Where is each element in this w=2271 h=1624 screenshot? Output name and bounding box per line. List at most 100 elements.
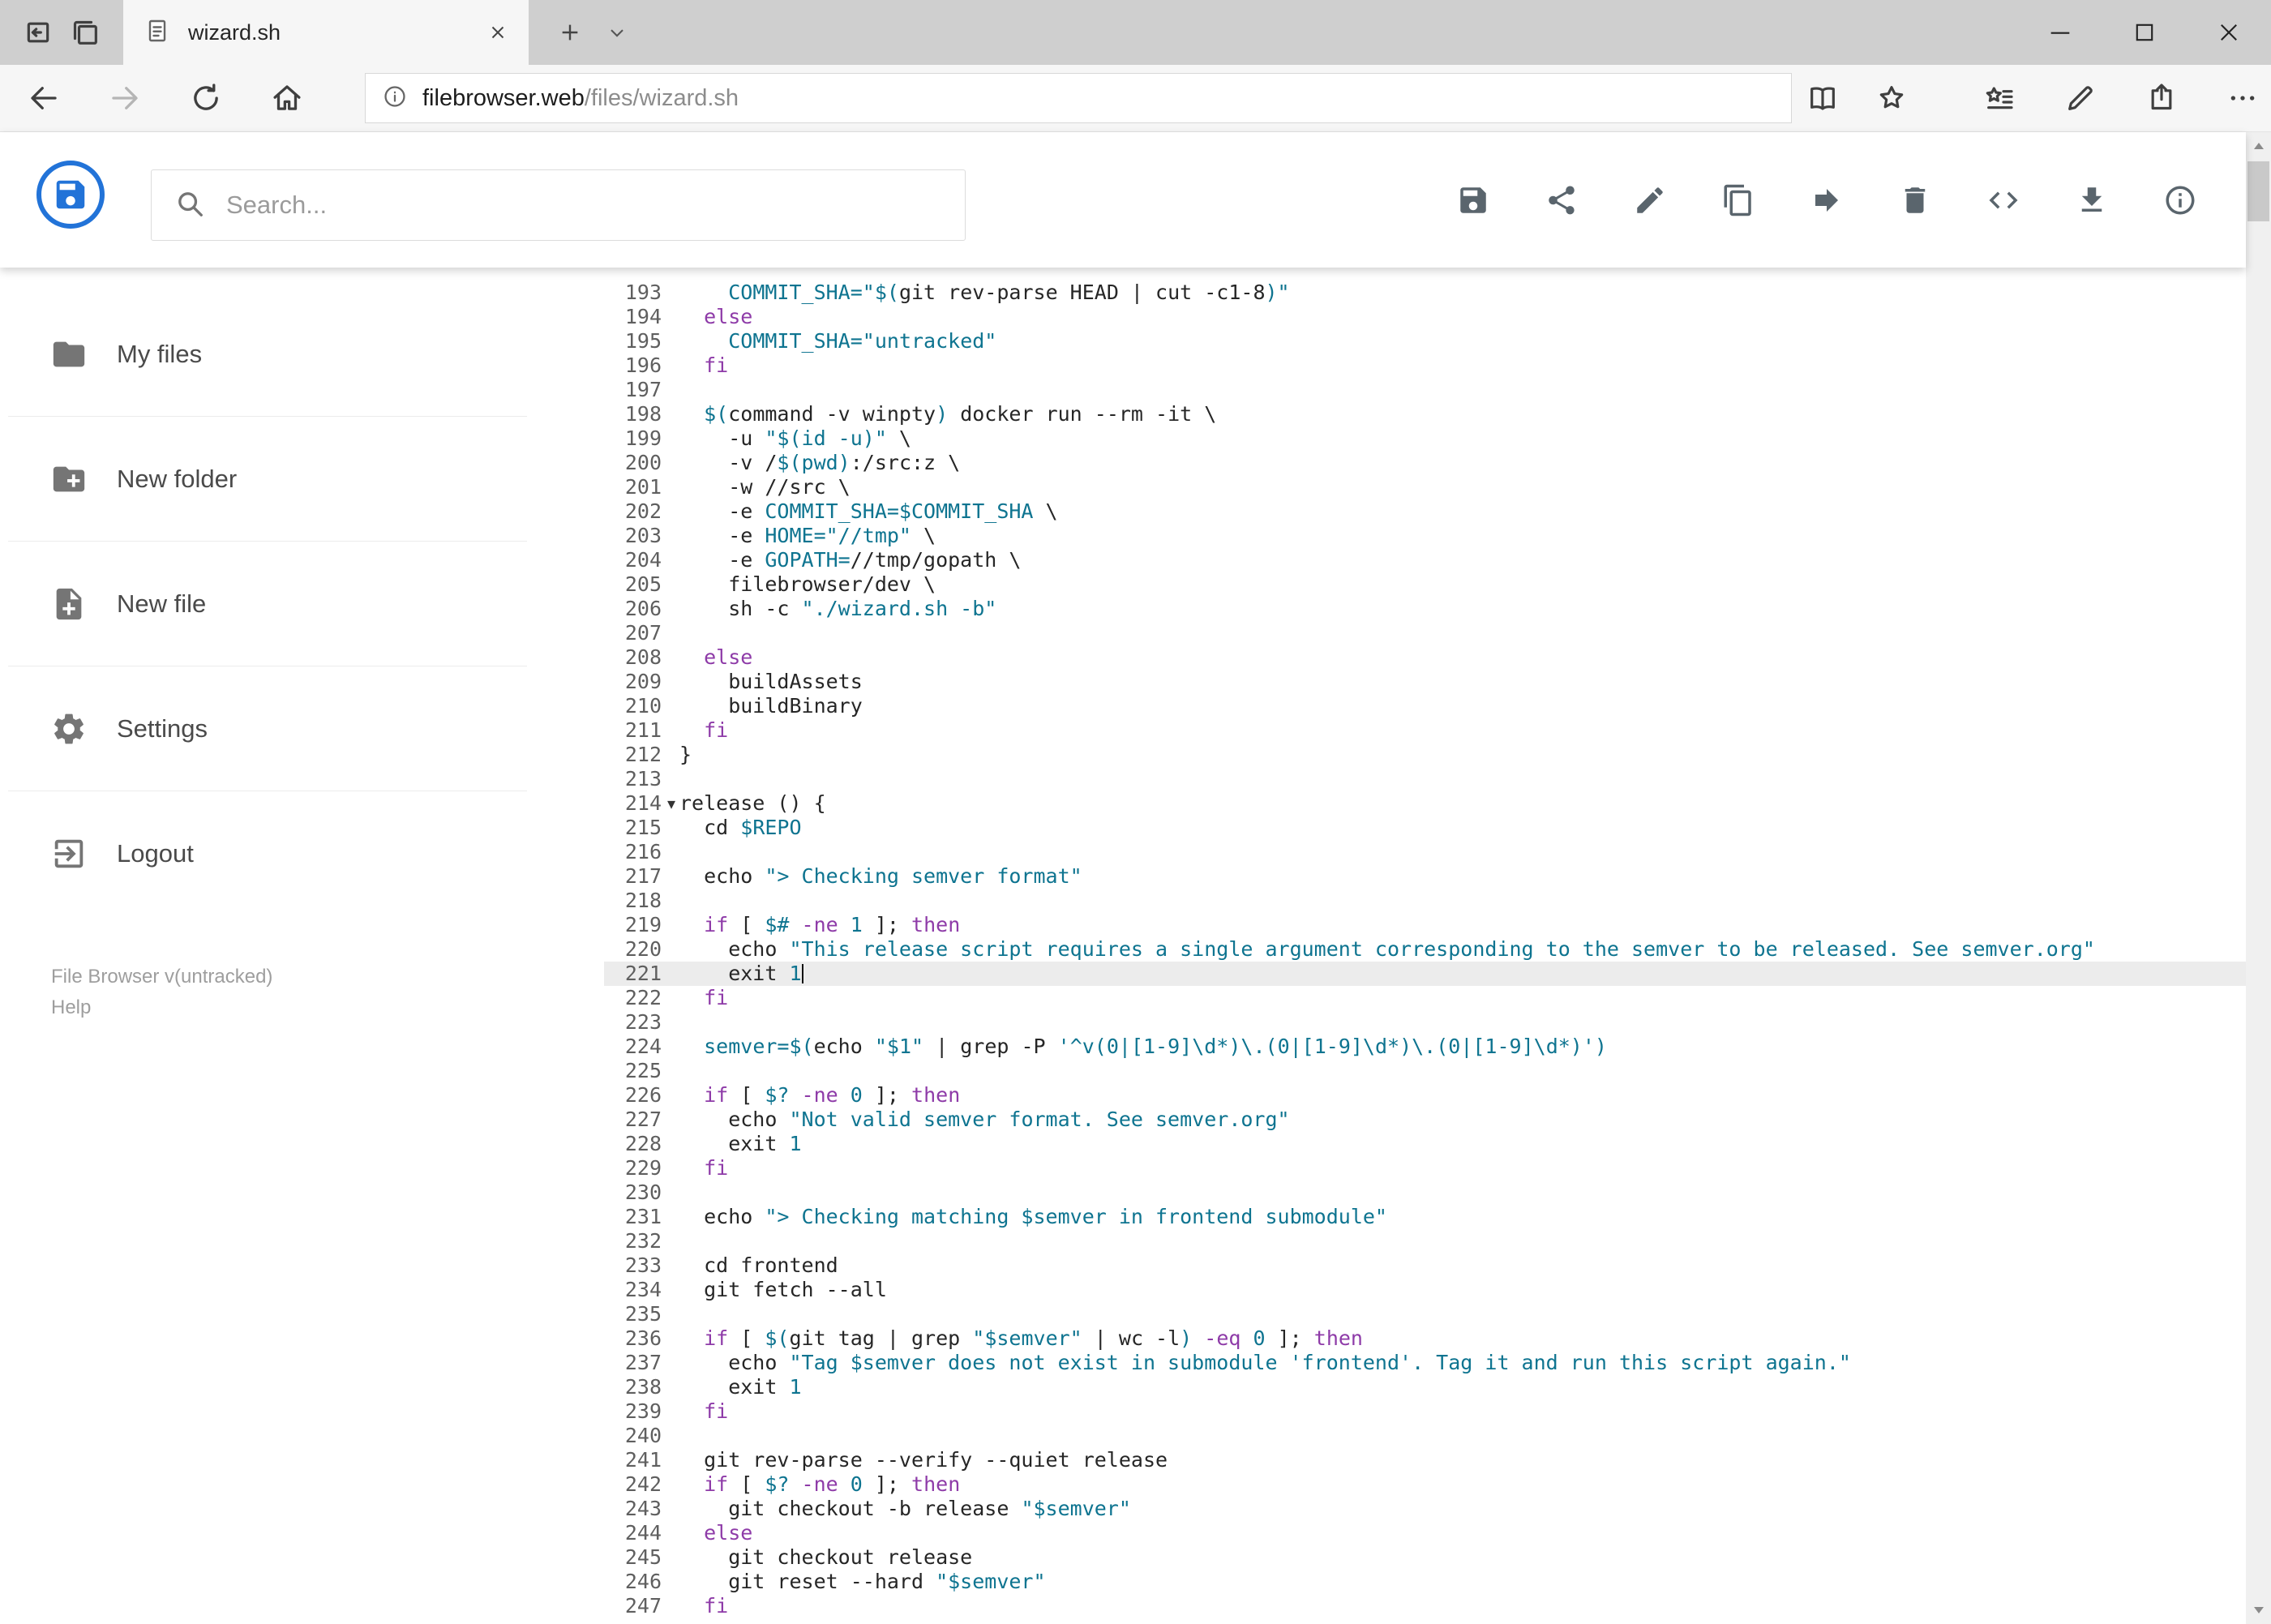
raw-code-button[interactable] [1985, 182, 2022, 219]
address-bar[interactable]: filebrowser.web/files/wizard.sh [365, 73, 1792, 123]
save-button[interactable] [1455, 182, 1492, 219]
delete-button[interactable] [1896, 182, 1934, 219]
code-line-219[interactable]: 219 if [ $# -ne 1 ]; then [604, 913, 2246, 937]
info-button[interactable] [2162, 182, 2199, 219]
code-line-207[interactable]: 207 [604, 621, 2246, 645]
sidebar-item-settings[interactable]: Settings [8, 666, 527, 791]
window-maximize-button[interactable] [2102, 0, 2187, 65]
code-line-214[interactable]: 214 ▾ release () { [604, 791, 2246, 816]
line-number[interactable]: 226 [604, 1083, 673, 1108]
line-number[interactable]: 244 [604, 1521, 673, 1545]
line-number[interactable]: 247 [604, 1594, 673, 1618]
line-number[interactable]: 221 [604, 962, 673, 986]
line-number[interactable]: 204 [604, 548, 673, 572]
code-line-231[interactable]: 231 echo "> Checking matching $semver in… [604, 1205, 2246, 1229]
code-line-204[interactable]: 204 -e GOPATH=//tmp/gopath \ [604, 548, 2246, 572]
line-number[interactable]: 195 [604, 329, 673, 354]
window-minimize-button[interactable] [2018, 0, 2102, 65]
line-number[interactable]: 229 [604, 1156, 673, 1181]
code-line-202[interactable]: 202 -e COMMIT_SHA=$COMMIT_SHA \ [604, 499, 2246, 524]
code-line-232[interactable]: 232 [604, 1229, 2246, 1253]
line-number[interactable]: 197 [604, 378, 673, 402]
search-input[interactable] [226, 191, 942, 220]
scrollbar-thumb[interactable] [2247, 161, 2269, 221]
line-number[interactable]: 196 [604, 354, 673, 378]
code-line-199[interactable]: 199 -u "$(id -u)" \ [604, 426, 2246, 451]
line-number[interactable]: 223 [604, 1010, 673, 1035]
download-button[interactable] [2073, 182, 2110, 219]
code-line-213[interactable]: 213 [604, 767, 2246, 791]
code-line-197[interactable]: 197 [604, 378, 2246, 402]
tabs-preview-icon[interactable] [62, 9, 109, 56]
line-number[interactable]: 219 [604, 913, 673, 937]
code-line-237[interactable]: 237 echo "Tag $semver does not exist in … [604, 1351, 2246, 1375]
code-line-200[interactable]: 200 -v /$(pwd):/src:z \ [604, 451, 2246, 475]
line-number[interactable]: 239 [604, 1399, 673, 1424]
code-line-235[interactable]: 235 [604, 1302, 2246, 1326]
line-number[interactable]: 200 [604, 451, 673, 475]
rename-button[interactable] [1631, 182, 1669, 219]
code-line-198[interactable]: 198 $(command -v winpty) docker run --rm… [604, 402, 2246, 426]
line-number[interactable]: 214 [604, 791, 673, 816]
line-number[interactable]: 217 [604, 864, 673, 889]
code-line-242[interactable]: 242 if [ $? -ne 0 ]; then [604, 1472, 2246, 1497]
line-number[interactable]: 213 [604, 767, 673, 791]
line-number[interactable]: 207 [604, 621, 673, 645]
line-number[interactable]: 231 [604, 1205, 673, 1229]
line-number[interactable]: 202 [604, 499, 673, 524]
code-line-194[interactable]: 194 else [604, 305, 2246, 329]
reading-view-icon[interactable] [1798, 74, 1847, 122]
line-number[interactable]: 209 [604, 670, 673, 694]
line-number[interactable]: 218 [604, 889, 673, 913]
line-number[interactable]: 199 [604, 426, 673, 451]
code-line-216[interactable]: 216 [604, 840, 2246, 864]
line-number[interactable]: 206 [604, 597, 673, 621]
share-page-icon[interactable] [2137, 74, 2186, 122]
favorite-star-icon[interactable] [1867, 74, 1916, 122]
line-number[interactable]: 245 [604, 1545, 673, 1570]
code-line-245[interactable]: 245 git checkout release [604, 1545, 2246, 1570]
code-line-241[interactable]: 241 git rev-parse --verify --quiet relea… [604, 1448, 2246, 1472]
more-menu-icon[interactable] [2218, 74, 2267, 122]
line-number[interactable]: 210 [604, 694, 673, 718]
new-tab-button[interactable] [546, 9, 593, 56]
tab-close-icon[interactable] [480, 15, 516, 50]
line-number[interactable]: 211 [604, 718, 673, 743]
tabs-set-aside-icon[interactable] [15, 9, 62, 56]
code-line-239[interactable]: 239 fi [604, 1399, 2246, 1424]
code-line-230[interactable]: 230 [604, 1181, 2246, 1205]
code-editor[interactable]: 193 COMMIT_SHA="$(git rev-parse HEAD | c… [604, 268, 2246, 1624]
code-line-224[interactable]: 224 semver=$(echo "$1" | grep -P '^v(0|[… [604, 1035, 2246, 1059]
code-line-233[interactable]: 233 cd frontend [604, 1253, 2246, 1278]
tab-list-chevron-icon[interactable] [593, 9, 641, 56]
line-number[interactable]: 230 [604, 1181, 673, 1205]
web-note-pen-icon[interactable] [2056, 74, 2105, 122]
sidebar-item-my-files[interactable]: My files [8, 292, 527, 417]
code-line-218[interactable]: 218 [604, 889, 2246, 913]
code-line-229[interactable]: 229 fi [604, 1156, 2246, 1181]
line-number[interactable]: 220 [604, 937, 673, 962]
code-line-221[interactable]: 221 exit 1 [604, 962, 2246, 986]
code-line-212[interactable]: 212} [604, 743, 2246, 767]
line-number[interactable]: 228 [604, 1132, 673, 1156]
code-line-227[interactable]: 227 echo "Not valid semver format. See s… [604, 1108, 2246, 1132]
line-number[interactable]: 212 [604, 743, 673, 767]
sidebar-item-logout[interactable]: Logout [8, 791, 527, 916]
line-number[interactable]: 193 [604, 281, 673, 305]
line-number[interactable]: 243 [604, 1497, 673, 1521]
line-number[interactable]: 246 [604, 1570, 673, 1594]
line-number[interactable]: 208 [604, 645, 673, 670]
back-icon[interactable] [19, 74, 68, 122]
code-line-220[interactable]: 220 echo "This release script requires a… [604, 937, 2246, 962]
scroll-up-icon[interactable] [2246, 132, 2271, 160]
code-line-243[interactable]: 243 git checkout -b release "$semver" [604, 1497, 2246, 1521]
code-line-211[interactable]: 211 fi [604, 718, 2246, 743]
site-info-icon[interactable] [382, 84, 408, 114]
line-number[interactable]: 203 [604, 524, 673, 548]
code-line-236[interactable]: 236 if [ $(git tag | grep "$semver" | wc… [604, 1326, 2246, 1351]
code-line-223[interactable]: 223 [604, 1010, 2246, 1035]
scroll-down-icon[interactable] [2246, 1596, 2271, 1624]
code-line-225[interactable]: 225 [604, 1059, 2246, 1083]
search-box[interactable] [151, 169, 966, 241]
line-number[interactable]: 232 [604, 1229, 673, 1253]
